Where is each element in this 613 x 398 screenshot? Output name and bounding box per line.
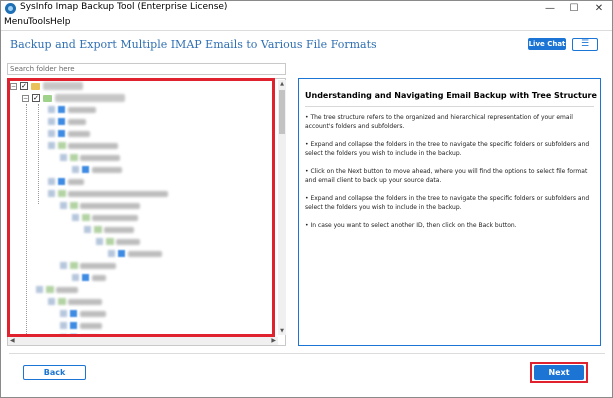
info-paragraph: • Expand and collapse the folders in the… xyxy=(305,195,590,211)
info-body: • The tree structure refers to the organ… xyxy=(305,113,597,239)
menu-item-help[interactable]: Help xyxy=(50,17,71,27)
menu-item-menu[interactable]: Menu xyxy=(4,17,29,27)
scroll-right-icon[interactable]: ▶ xyxy=(271,337,276,345)
page-header: Backup and Export Multiple IMAP Emails t… xyxy=(1,30,612,61)
back-button[interactable]: Back xyxy=(23,365,86,380)
info-paragraph: • Click on the Next button to move ahead… xyxy=(305,168,588,184)
tree-highlight-box xyxy=(7,78,275,337)
info-paragraph: • The tree structure refers to the organ… xyxy=(305,114,573,130)
next-button[interactable]: Next xyxy=(534,365,584,380)
minimize-button[interactable]: — xyxy=(541,1,559,16)
app-logo-icon xyxy=(5,3,16,14)
info-panel: Understanding and Navigating Email Backu… xyxy=(298,78,601,346)
info-title: Understanding and Navigating Email Backu… xyxy=(305,91,597,100)
live-chat-button[interactable]: Live Chat xyxy=(528,38,566,50)
title-bar: SysInfo Imap Backup Tool (Enterprise Lic… xyxy=(1,1,612,17)
scroll-up-icon[interactable]: ▲ xyxy=(278,81,286,87)
page-title: Backup and Export Multiple IMAP Emails t… xyxy=(10,38,377,51)
scroll-left-icon[interactable]: ◀ xyxy=(10,337,15,345)
app-window: SysInfo Imap Backup Tool (Enterprise Lic… xyxy=(0,0,613,398)
hamburger-menu-icon[interactable]: ☰ xyxy=(572,38,598,51)
window-title: SysInfo Imap Backup Tool (Enterprise Lic… xyxy=(20,2,228,12)
divider xyxy=(9,353,605,354)
divider xyxy=(305,106,594,107)
close-button[interactable]: ✕ xyxy=(590,1,608,16)
maximize-button[interactable]: ☐ xyxy=(565,1,583,16)
scroll-thumb[interactable] xyxy=(279,90,285,134)
info-paragraph: • In case you want to select another ID,… xyxy=(305,222,517,229)
scroll-down-icon[interactable]: ▼ xyxy=(278,328,286,334)
menu-item-tools[interactable]: Tools xyxy=(28,17,50,27)
tree-horizontal-scrollbar[interactable]: ◀ ▶ xyxy=(8,337,278,345)
search-folder-input[interactable] xyxy=(7,63,286,75)
tree-vertical-scrollbar[interactable]: ▲ ▼ xyxy=(278,80,286,335)
info-paragraph: • Expand and collapse the folders in the… xyxy=(305,141,590,157)
